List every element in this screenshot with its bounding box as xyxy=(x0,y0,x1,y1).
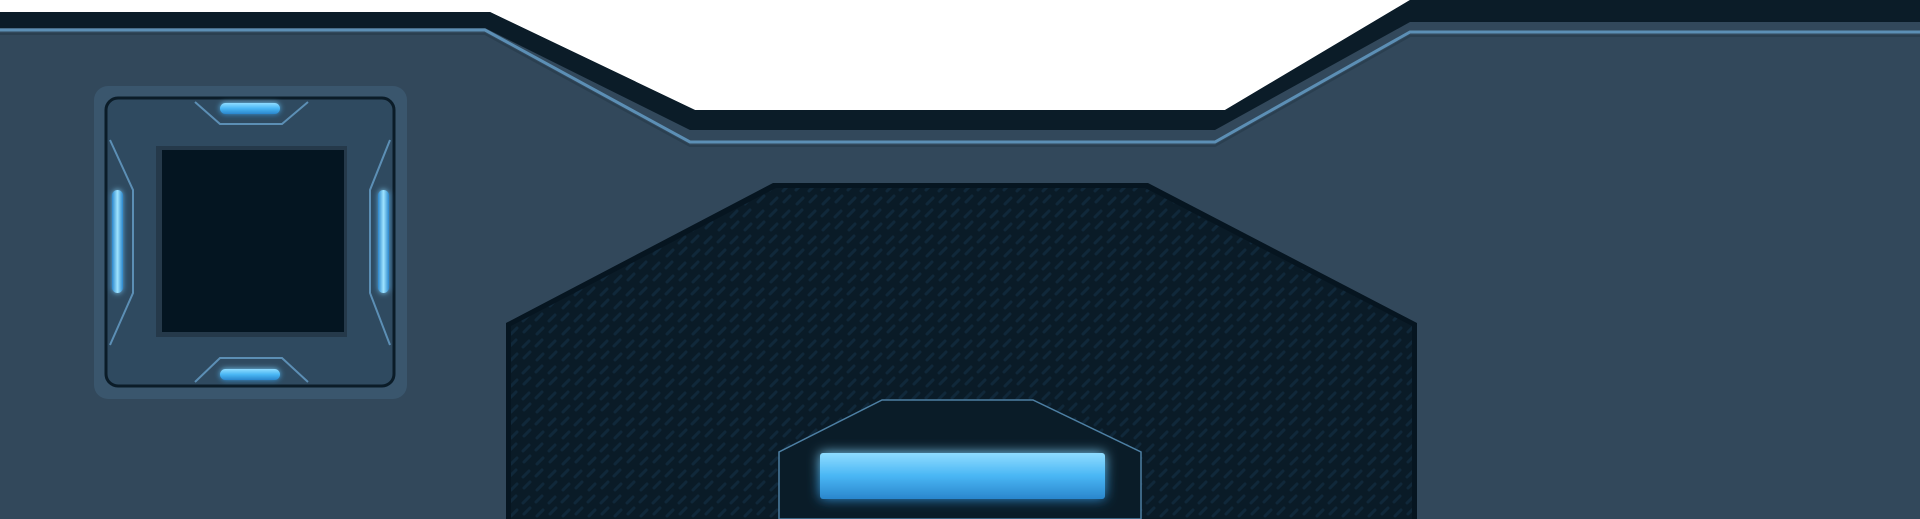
light-bar-icon xyxy=(820,453,1105,499)
light-bar-icon xyxy=(378,190,389,293)
side-module-cavity xyxy=(162,150,344,332)
square-socket-icon xyxy=(94,86,407,399)
light-bar-icon xyxy=(220,369,280,380)
hud-frame-svg xyxy=(0,0,1920,519)
light-bar-icon xyxy=(220,103,280,114)
light-bar-icon xyxy=(112,190,123,293)
game-hud-frame xyxy=(0,0,1920,519)
